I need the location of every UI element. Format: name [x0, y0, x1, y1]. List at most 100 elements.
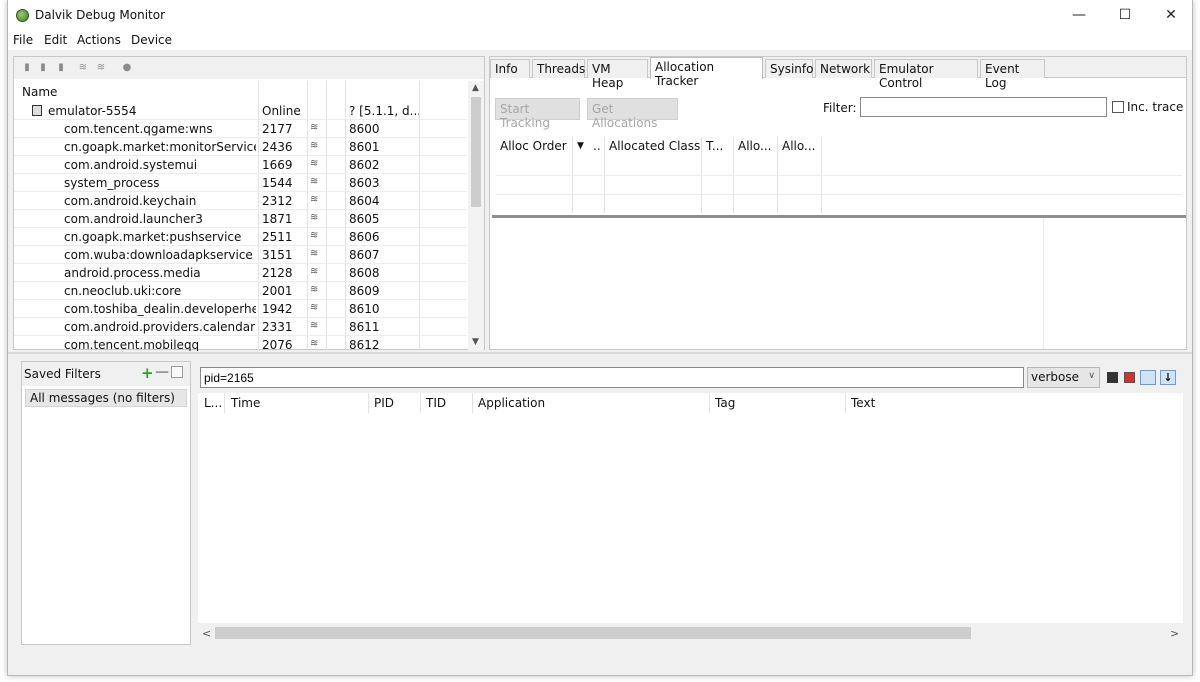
column-divider — [420, 393, 421, 413]
tab-vm-heap[interactable]: VM Heap — [587, 59, 648, 90]
scroll-thumb[interactable] — [215, 627, 971, 639]
col-tag[interactable]: Tag — [715, 396, 735, 410]
start-method-profiling-icon[interactable]: ≋ — [96, 63, 106, 73]
update-heap-icon[interactable]: ▮ — [38, 63, 48, 73]
scroll-left-icon[interactable]: < — [202, 627, 211, 640]
thread-icon: ≋ — [310, 194, 319, 205]
menu-edit[interactable]: Edit — [44, 33, 67, 47]
allocation-table[interactable]: Alloc Order ▼ .. Allocated Class T... Al… — [496, 137, 1184, 215]
devices-vertical-scrollbar[interactable]: ▲ ▼ — [468, 81, 484, 351]
col-level[interactable]: L... — [204, 396, 222, 410]
sort-desc-icon: ▼ — [577, 141, 584, 151]
logcat-search-input[interactable] — [200, 367, 1024, 388]
clear-log-icon[interactable] — [1124, 372, 1135, 383]
scroll-right-icon[interactable]: > — [1170, 627, 1179, 640]
process-port: 8611 — [349, 320, 380, 334]
process-port: 8603 — [349, 176, 380, 190]
scroll-down-icon[interactable]: ▼ — [472, 337, 479, 347]
col-size[interactable]: .. — [593, 139, 601, 153]
inc-trace-label: Inc. trace — [1127, 100, 1184, 114]
process-name: com.android.providers.calendar — [64, 320, 256, 334]
maximize-button[interactable]: ☐ — [1102, 0, 1148, 30]
col-alloc-order[interactable]: Alloc Order — [500, 139, 567, 153]
inc-trace-checkbox[interactable] — [1112, 101, 1124, 113]
emulator-row[interactable]: emulator-5554 Online ? [5.1.1, d... — [14, 102, 467, 120]
column-divider — [845, 393, 846, 413]
column-divider — [709, 393, 710, 413]
menu-file[interactable]: File — [13, 33, 33, 47]
start-tracking-button[interactable]: Start Tracking — [495, 98, 580, 130]
process-row[interactable]: cn.neoclub.uki:core 2001 ≋ 8609 — [14, 282, 467, 300]
filter-item-all-messages[interactable]: All messages (no filters) — [25, 389, 187, 407]
process-port: 8608 — [349, 266, 380, 280]
process-pid: 1942 — [262, 302, 293, 316]
process-row[interactable]: com.android.systemui 1669 ≋ 8602 — [14, 156, 467, 174]
toggle-panel-icon[interactable] — [1140, 370, 1156, 385]
sash-divider[interactable] — [492, 215, 1186, 218]
col-allocated-class[interactable]: Allocated Class — [609, 139, 700, 153]
col-pid[interactable]: PID — [374, 396, 394, 410]
process-row[interactable]: android.process.media 2128 ≋ 8608 — [14, 264, 467, 282]
stop-process-icon[interactable]: ● — [122, 63, 132, 73]
tab-info[interactable]: Info — [490, 59, 530, 78]
scroll-lock-icon[interactable]: ↓ — [1160, 370, 1176, 385]
log-level-select[interactable]: verbose ∨ — [1027, 367, 1100, 388]
save-log-icon[interactable] — [1107, 372, 1118, 383]
thread-icon: ≋ — [310, 320, 319, 331]
process-row[interactable]: com.android.keychain 2312 ≋ 8604 — [14, 192, 467, 210]
process-row[interactable]: system_process 1544 ≋ 8603 — [14, 174, 467, 192]
scroll-up-icon[interactable]: ▲ — [472, 83, 479, 93]
row-separator — [496, 194, 1182, 195]
emulator-status: Online — [262, 104, 301, 118]
close-button[interactable]: ✕ — [1148, 0, 1194, 30]
process-port: 8612 — [349, 338, 380, 351]
col-time[interactable]: Time — [231, 396, 260, 410]
process-row[interactable]: com.android.providers.calendar 2331 ≋ 8611 — [14, 318, 467, 336]
edit-filter-icon[interactable] — [171, 366, 183, 378]
process-pid: 2511 — [262, 230, 293, 244]
col-thread[interactable]: T... — [706, 139, 723, 153]
process-name: com.tencent.mobileqq — [64, 338, 200, 351]
thread-icon: ≋ — [310, 176, 319, 187]
process-row[interactable]: com.tencent.mobileqq 2076 ≋ 8612 — [14, 336, 467, 351]
tab-sysinfo[interactable]: Sysinfo — [765, 59, 813, 78]
tab-emulator-control[interactable]: Emulator Control — [874, 59, 978, 90]
tab-network[interactable]: Network — [815, 59, 872, 78]
tab-event-log[interactable]: Event Log — [980, 59, 1045, 90]
col-text[interactable]: Text — [851, 396, 875, 410]
process-name: com.android.systemui — [64, 158, 198, 172]
logcat-table[interactable]: L... Time PID TID Application Tag Text — [198, 393, 1183, 623]
allocation-filter-input[interactable] — [860, 97, 1107, 117]
debug-process-icon[interactable]: ▮ — [22, 63, 32, 73]
update-threads-icon[interactable]: ≋ — [78, 63, 88, 73]
process-row[interactable]: com.toshiba_dealin.developerhelp 1942 ≋ 861… — [14, 300, 467, 318]
scroll-thumb[interactable] — [471, 97, 481, 207]
process-row[interactable]: com.wuba:downloadapkservice 3151 ≋ 8607 — [14, 246, 467, 264]
process-row[interactable]: cn.goapk.market:monitorService 2436 ≋ 8601 — [14, 138, 467, 156]
thread-icon: ≋ — [310, 158, 319, 169]
col-alloc-site[interactable]: Allo... — [738, 139, 771, 153]
thread-icon: ≋ — [310, 212, 319, 223]
menu-device[interactable]: Device — [131, 33, 172, 47]
col-tid[interactable]: TID — [426, 396, 446, 410]
logcat-area: Saved Filters + — All messages (no filte… — [8, 355, 1192, 651]
col-application[interactable]: Application — [478, 396, 545, 410]
process-row[interactable]: com.tencent.qgame:wns 2177 ≋ 8600 — [14, 120, 467, 138]
dump-hprof-icon[interactable]: ▮ — [56, 63, 66, 73]
tab-allocation-tracker[interactable]: Allocation Tracker — [650, 57, 763, 88]
process-port: 8604 — [349, 194, 380, 208]
minimize-button[interactable]: — — [1056, 0, 1102, 30]
get-allocations-button[interactable]: Get Allocations — [587, 98, 678, 130]
tab-threads[interactable]: Threads — [532, 59, 585, 78]
device-list[interactable]: Name emulator-5554 Online ? [5.1.1, d...… — [14, 81, 467, 351]
process-row[interactable]: com.android.launcher3 1871 ≋ 8605 — [14, 210, 467, 228]
process-port: 8609 — [349, 284, 380, 298]
horizontal-splitter[interactable] — [8, 352, 1192, 354]
logcat-horizontal-scrollbar[interactable]: < > — [198, 625, 1183, 641]
menu-actions[interactable]: Actions — [77, 33, 121, 47]
col-alloc-method[interactable]: Allo... — [782, 139, 815, 153]
process-pid: 2331 — [262, 320, 293, 334]
process-row[interactable]: cn.goapk.market:pushservice 2511 ≋ 8606 — [14, 228, 467, 246]
remove-filter-icon[interactable]: — — [155, 364, 169, 380]
add-filter-icon[interactable]: + — [141, 364, 154, 382]
